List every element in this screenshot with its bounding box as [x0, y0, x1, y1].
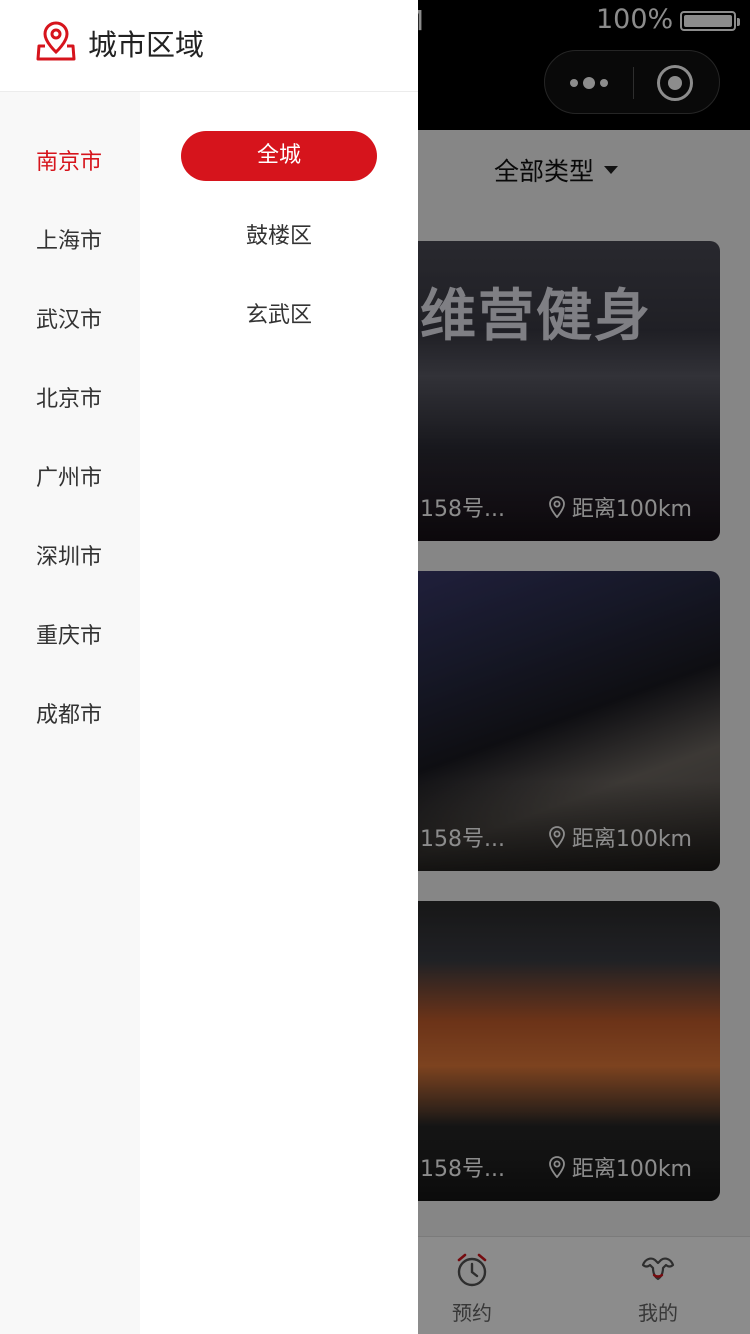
district-item-all[interactable]: 全城	[181, 131, 377, 181]
city-item-chengdu[interactable]: 成都市	[36, 697, 102, 729]
city-item-shanghai[interactable]: 上海市	[36, 223, 102, 255]
city-item-wuhan[interactable]: 武汉市	[36, 302, 102, 334]
city-item-beijing[interactable]: 北京市	[36, 381, 102, 413]
drawer-title: 城市区域	[88, 28, 205, 62]
city-list: 南京市 上海市 武汉市 北京市 广州市 深圳市 重庆市 成都市	[0, 92, 140, 1334]
city-item-chongqing[interactable]: 重庆市	[36, 618, 102, 650]
city-item-shenzhen[interactable]: 深圳市	[36, 539, 102, 571]
district-item-gulou[interactable]: 鼓楼区	[181, 212, 377, 262]
district-list: 全城 鼓楼区 玄武区	[140, 92, 418, 1334]
location-pin-icon	[36, 21, 76, 61]
city-item-nanjing[interactable]: 南京市	[36, 144, 102, 176]
drawer-header: 城市区域	[0, 0, 418, 92]
city-item-guangzhou[interactable]: 广州市	[36, 460, 102, 492]
district-item-xuanwu[interactable]: 玄武区	[181, 291, 377, 341]
city-region-drawer: 城市区域 南京市 上海市 武汉市 北京市 广州市 深圳市 重庆市 成都市 全城 …	[0, 0, 418, 1334]
